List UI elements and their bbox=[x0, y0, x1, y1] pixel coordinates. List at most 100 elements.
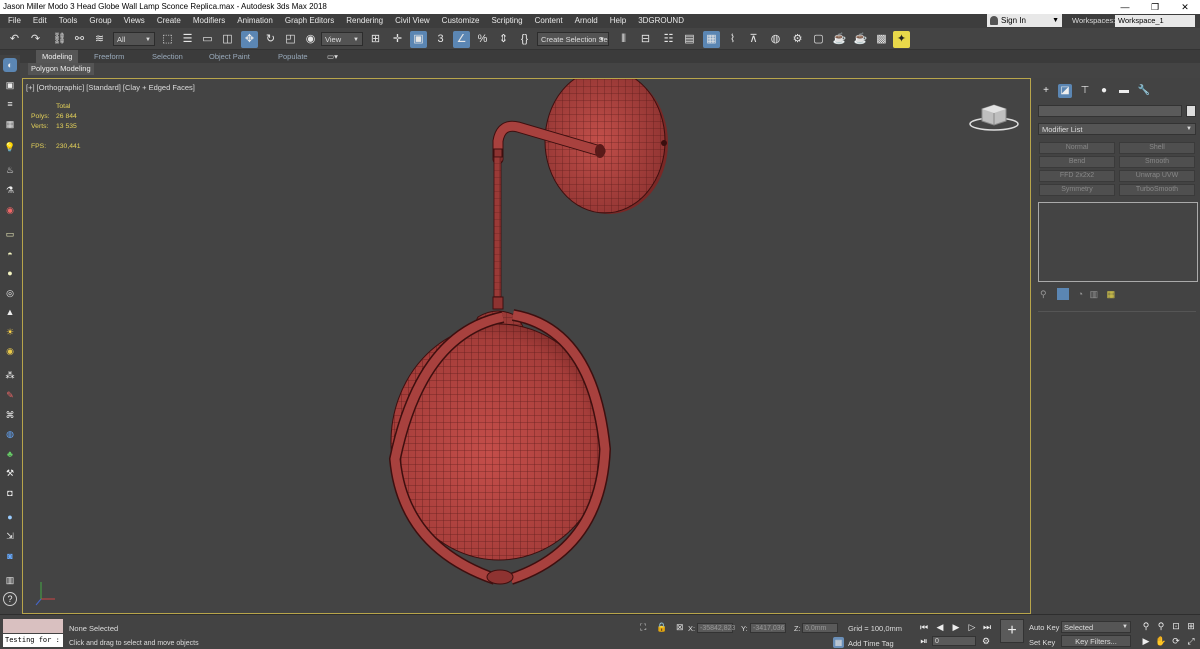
tab-selection[interactable]: Selection bbox=[152, 50, 183, 63]
object-name-field[interactable] bbox=[1038, 105, 1182, 117]
align-icon[interactable]: ⊟ bbox=[637, 31, 654, 48]
selection-filter-dropdown[interactable]: All ▼ bbox=[113, 32, 155, 46]
run-icon[interactable]: ⚒ bbox=[3, 466, 17, 480]
globe-icon[interactable]: ◍ bbox=[3, 427, 17, 441]
zoom-icon[interactable]: ⚲ bbox=[1140, 620, 1152, 632]
menu-tools[interactable]: Tools bbox=[53, 14, 84, 28]
pencil-icon[interactable]: ✎ bbox=[3, 388, 17, 402]
modify-tab-icon[interactable]: ◪ bbox=[1058, 84, 1072, 98]
rectangular-selection-icon[interactable]: ▭ bbox=[199, 31, 216, 48]
modifier-stack[interactable] bbox=[1038, 202, 1198, 282]
add-time-tag[interactable]: Add Time Tag bbox=[848, 639, 894, 648]
menu-3dground[interactable]: 3DGROUND bbox=[632, 14, 690, 28]
network-icon[interactable]: ⌘ bbox=[3, 408, 17, 422]
help-icon[interactable]: ? bbox=[3, 592, 17, 606]
select-object-icon[interactable]: ⬚ bbox=[159, 31, 176, 48]
schematic-view-icon[interactable]: ⊼ bbox=[745, 31, 762, 48]
link-icon[interactable]: ⛓ bbox=[51, 31, 68, 48]
menu-views[interactable]: Views bbox=[118, 14, 151, 28]
layers-icon[interactable]: ≡ bbox=[3, 97, 17, 111]
menu-group[interactable]: Group bbox=[83, 14, 117, 28]
light-icon[interactable]: 💡 bbox=[3, 140, 17, 154]
table-icon[interactable]: ▦ bbox=[3, 117, 17, 131]
arnold-icon[interactable]: ✦ bbox=[893, 31, 910, 48]
export-icon[interactable]: ⇲ bbox=[3, 529, 17, 543]
dome-icon[interactable]: ◓ bbox=[3, 247, 17, 261]
tab-freeform[interactable]: Freeform bbox=[94, 50, 124, 63]
absolute-transform-icon[interactable]: ⊠ bbox=[676, 622, 684, 633]
menu-customize[interactable]: Customize bbox=[436, 14, 486, 28]
render-icon[interactable]: ◙ bbox=[3, 549, 17, 563]
x-coordinate-field[interactable]: -35842,823 bbox=[697, 623, 735, 633]
minimize-button[interactable]: — bbox=[1110, 0, 1140, 14]
viewport-layout-icon[interactable]: ◐ bbox=[3, 58, 17, 72]
material-icon[interactable]: ◉ bbox=[3, 203, 17, 217]
menu-help[interactable]: Help bbox=[604, 14, 632, 28]
maxscript-listener-top[interactable] bbox=[3, 619, 63, 633]
modifier-smooth-button[interactable]: Smooth bbox=[1119, 156, 1195, 168]
sphere-icon[interactable]: ● bbox=[3, 266, 17, 280]
show-end-result-icon[interactable] bbox=[1057, 288, 1070, 300]
set-keys-button[interactable]: + bbox=[1000, 619, 1024, 643]
key-mode-dropdown[interactable]: Selected ▼ bbox=[1061, 621, 1131, 633]
render-setup-icon[interactable]: ⚙ bbox=[789, 31, 806, 48]
zoom-extents-icon[interactable]: ⊡ bbox=[1170, 620, 1182, 632]
remove-modifier-icon[interactable]: ▥ bbox=[1090, 289, 1099, 299]
close-button[interactable]: ✕ bbox=[1170, 0, 1200, 14]
mirror-icon[interactable]: ⫴ bbox=[615, 31, 632, 48]
settings-icon[interactable]: ▥ bbox=[3, 573, 17, 587]
window-crossing-icon[interactable]: ◫ bbox=[219, 31, 236, 48]
gold-sphere-icon[interactable]: ◉ bbox=[3, 344, 17, 358]
auto-key-button[interactable]: Auto Key bbox=[1029, 623, 1059, 632]
unlink-icon[interactable]: ⚯ bbox=[71, 31, 88, 48]
y-coordinate-field[interactable]: -3417,036 bbox=[750, 623, 786, 633]
tab-object-paint[interactable]: Object Paint bbox=[209, 50, 250, 63]
utilities-tab-icon[interactable]: 🔧 bbox=[1137, 84, 1151, 98]
pan-icon[interactable]: ✋ bbox=[1155, 635, 1167, 647]
configure-modifier-sets-icon[interactable]: ▦ bbox=[1107, 289, 1116, 299]
rotate-icon[interactable]: ↻ bbox=[262, 31, 279, 48]
scale-icon[interactable]: ◰ bbox=[282, 31, 299, 48]
ribbon-toggle-icon[interactable]: ▦ bbox=[703, 31, 720, 48]
hair-icon[interactable]: ⁂ bbox=[3, 368, 17, 382]
select-and-manipulate-icon[interactable]: ✛ bbox=[389, 31, 406, 48]
lamp-model[interactable] bbox=[23, 79, 1032, 615]
modifier-normal-button[interactable]: Normal bbox=[1039, 142, 1115, 154]
render-production-icon[interactable]: ☕ bbox=[831, 31, 848, 48]
time-configuration-icon[interactable]: ⚙ bbox=[980, 635, 992, 647]
move-icon[interactable]: ✥ bbox=[241, 31, 258, 48]
polygon-modeling-panel[interactable]: Polygon Modeling bbox=[28, 63, 94, 75]
orbit-icon[interactable]: ⟳ bbox=[1170, 635, 1182, 647]
menu-graph-editors[interactable]: Graph Editors bbox=[279, 14, 340, 28]
menu-file[interactable]: File bbox=[0, 14, 27, 28]
menu-civil-view[interactable]: Civil View bbox=[389, 14, 436, 28]
camera-icon[interactable]: ◘ bbox=[3, 486, 17, 500]
modifier-shell-button[interactable]: Shell bbox=[1119, 142, 1195, 154]
menu-content[interactable]: Content bbox=[529, 14, 569, 28]
previous-frame-icon[interactable]: ◀ bbox=[934, 621, 946, 633]
next-frame-icon[interactable]: ▷ bbox=[966, 621, 978, 633]
modifier-unwrap-uvw-button[interactable]: Unwrap UVW bbox=[1119, 170, 1195, 182]
go-to-start-icon[interactable]: ⏮ bbox=[918, 621, 930, 633]
placement-icon[interactable]: ◉ bbox=[302, 31, 319, 48]
object-color-swatch[interactable] bbox=[1186, 105, 1196, 117]
zoom-all-icon[interactable]: ⚲ bbox=[1155, 620, 1167, 632]
modifier-ffd-button[interactable]: FFD 2x2x2 bbox=[1039, 170, 1115, 182]
menu-rendering[interactable]: Rendering bbox=[340, 14, 389, 28]
zoom-extents-all-icon[interactable]: ⊞ bbox=[1185, 620, 1197, 632]
teapot-icon[interactable]: ♨ bbox=[3, 163, 17, 177]
menu-edit[interactable]: Edit bbox=[27, 14, 53, 28]
menu-scripting[interactable]: Scripting bbox=[485, 14, 528, 28]
bind-spacewarp-icon[interactable]: ≋ bbox=[91, 31, 108, 48]
angle-snap-icon[interactable]: ∠ bbox=[453, 31, 470, 48]
rendered-frame-window-icon[interactable]: ▢ bbox=[810, 31, 827, 48]
material-editor-icon[interactable]: ◍ bbox=[767, 31, 784, 48]
sign-in-button[interactable]: Sign In ▼ bbox=[987, 14, 1062, 27]
make-unique-icon[interactable]: ◔ bbox=[1078, 289, 1083, 299]
menu-arnold[interactable]: Arnold bbox=[569, 14, 604, 28]
hierarchy-tab-icon[interactable]: ⊤ bbox=[1078, 84, 1092, 98]
reference-coordinate-dropdown[interactable]: View ▼ bbox=[321, 32, 363, 46]
snaps-toggle-icon[interactable]: 3 bbox=[432, 31, 449, 48]
curve-editor-icon[interactable]: ⌇ bbox=[724, 31, 741, 48]
menu-create[interactable]: Create bbox=[151, 14, 187, 28]
